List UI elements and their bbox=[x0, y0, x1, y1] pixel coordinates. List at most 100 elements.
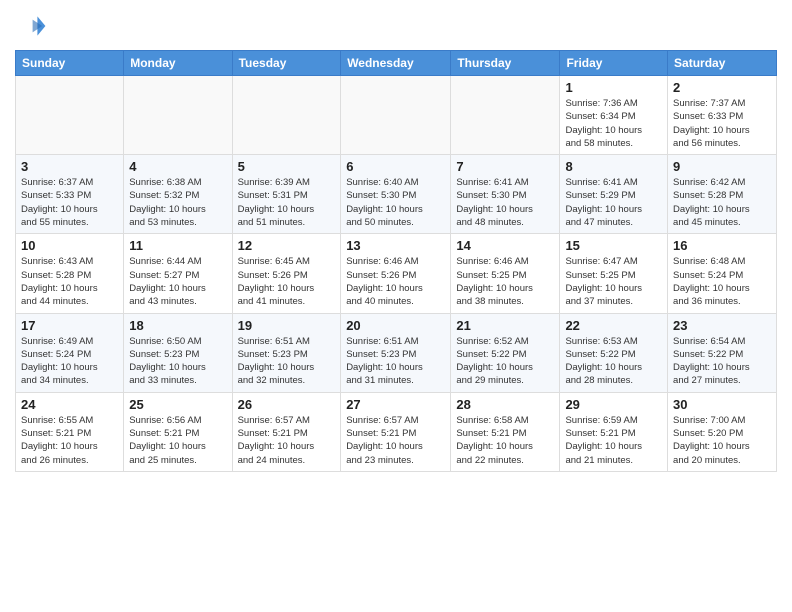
day-cell: 21 Sunrise: 6:52 AM Sunset: 5:22 PM Dayli… bbox=[451, 313, 560, 392]
day-info: Sunrise: 6:38 AM Sunset: 5:32 PM Dayligh… bbox=[129, 176, 226, 229]
day-info: Sunrise: 6:37 AM Sunset: 5:33 PM Dayligh… bbox=[21, 176, 118, 229]
day-number: 26 bbox=[238, 397, 336, 412]
day-cell: 5 Sunrise: 6:39 AM Sunset: 5:31 PM Daylig… bbox=[232, 155, 341, 234]
day-info: Sunrise: 6:56 AM Sunset: 5:21 PM Dayligh… bbox=[129, 414, 226, 467]
day-info: Sunrise: 6:49 AM Sunset: 5:24 PM Dayligh… bbox=[21, 335, 118, 388]
day-info: Sunrise: 6:41 AM Sunset: 5:29 PM Dayligh… bbox=[565, 176, 662, 229]
day-cell: 8 Sunrise: 6:41 AM Sunset: 5:29 PM Daylig… bbox=[560, 155, 668, 234]
day-info: Sunrise: 6:43 AM Sunset: 5:28 PM Dayligh… bbox=[21, 255, 118, 308]
day-info: Sunrise: 7:00 AM Sunset: 5:20 PM Dayligh… bbox=[673, 414, 771, 467]
day-number: 17 bbox=[21, 318, 118, 333]
weekday-thursday: Thursday bbox=[451, 51, 560, 76]
day-info: Sunrise: 6:48 AM Sunset: 5:24 PM Dayligh… bbox=[673, 255, 771, 308]
day-info: Sunrise: 6:54 AM Sunset: 5:22 PM Dayligh… bbox=[673, 335, 771, 388]
day-info: Sunrise: 6:46 AM Sunset: 5:25 PM Dayligh… bbox=[456, 255, 554, 308]
day-number: 30 bbox=[673, 397, 771, 412]
day-info: Sunrise: 6:51 AM Sunset: 5:23 PM Dayligh… bbox=[238, 335, 336, 388]
day-cell: 11Sunrise: 6:44 AM Sunset: 5:27 PM Dayli… bbox=[124, 234, 232, 313]
day-number: 10 bbox=[21, 238, 118, 253]
page: SundayMondayTuesdayWednesdayThursdayFrid… bbox=[0, 0, 792, 482]
week-row-1: 1 Sunrise: 7:36 AM Sunset: 6:34 PM Daylig… bbox=[16, 76, 777, 155]
weekday-friday: Friday bbox=[560, 51, 668, 76]
day-cell bbox=[341, 76, 451, 155]
weekday-tuesday: Tuesday bbox=[232, 51, 341, 76]
day-number: 6 bbox=[346, 159, 445, 174]
day-cell: 14 Sunrise: 6:46 AM Sunset: 5:25 PM Dayli… bbox=[451, 234, 560, 313]
day-info: Sunrise: 6:55 AM Sunset: 5:21 PM Dayligh… bbox=[21, 414, 118, 467]
day-info: Sunrise: 6:58 AM Sunset: 5:21 PM Dayligh… bbox=[456, 414, 554, 467]
day-cell: 2 Sunrise: 7:37 AM Sunset: 6:33 PM Daylig… bbox=[668, 76, 777, 155]
day-number: 28 bbox=[456, 397, 554, 412]
logo-icon bbox=[15, 10, 47, 42]
day-info: Sunrise: 6:57 AM Sunset: 5:21 PM Dayligh… bbox=[238, 414, 336, 467]
day-cell: 7Sunrise: 6:41 AM Sunset: 5:30 PM Daylig… bbox=[451, 155, 560, 234]
day-cell: 19 Sunrise: 6:51 AM Sunset: 5:23 PM Dayli… bbox=[232, 313, 341, 392]
day-number: 9 bbox=[673, 159, 771, 174]
day-number: 12 bbox=[238, 238, 336, 253]
day-info: Sunrise: 7:37 AM Sunset: 6:33 PM Dayligh… bbox=[673, 97, 771, 150]
weekday-saturday: Saturday bbox=[668, 51, 777, 76]
day-cell: 29 Sunrise: 6:59 AM Sunset: 5:21 PM Dayli… bbox=[560, 392, 668, 471]
day-number: 22 bbox=[565, 318, 662, 333]
day-info: Sunrise: 6:52 AM Sunset: 5:22 PM Dayligh… bbox=[456, 335, 554, 388]
day-cell: 1 Sunrise: 7:36 AM Sunset: 6:34 PM Daylig… bbox=[560, 76, 668, 155]
weekday-sunday: Sunday bbox=[16, 51, 124, 76]
day-info: Sunrise: 6:39 AM Sunset: 5:31 PM Dayligh… bbox=[238, 176, 336, 229]
day-number: 18 bbox=[129, 318, 226, 333]
day-info: Sunrise: 6:45 AM Sunset: 5:26 PM Dayligh… bbox=[238, 255, 336, 308]
day-info: Sunrise: 7:36 AM Sunset: 6:34 PM Dayligh… bbox=[565, 97, 662, 150]
day-cell: 16 Sunrise: 6:48 AM Sunset: 5:24 PM Dayli… bbox=[668, 234, 777, 313]
day-info: Sunrise: 6:47 AM Sunset: 5:25 PM Dayligh… bbox=[565, 255, 662, 308]
day-cell: 6 Sunrise: 6:40 AM Sunset: 5:30 PM Daylig… bbox=[341, 155, 451, 234]
day-number: 7 bbox=[456, 159, 554, 174]
day-number: 16 bbox=[673, 238, 771, 253]
day-cell: 12 Sunrise: 6:45 AM Sunset: 5:26 PM Dayli… bbox=[232, 234, 341, 313]
day-number: 23 bbox=[673, 318, 771, 333]
header bbox=[15, 10, 777, 42]
day-number: 21 bbox=[456, 318, 554, 333]
day-cell: 26 Sunrise: 6:57 AM Sunset: 5:21 PM Dayli… bbox=[232, 392, 341, 471]
day-cell: 15 Sunrise: 6:47 AM Sunset: 5:25 PM Dayli… bbox=[560, 234, 668, 313]
day-info: Sunrise: 6:40 AM Sunset: 5:30 PM Dayligh… bbox=[346, 176, 445, 229]
day-cell: 24 Sunrise: 6:55 AM Sunset: 5:21 PM Dayli… bbox=[16, 392, 124, 471]
day-number: 19 bbox=[238, 318, 336, 333]
day-cell: 25 Sunrise: 6:56 AM Sunset: 5:21 PM Dayli… bbox=[124, 392, 232, 471]
day-cell: 20Sunrise: 6:51 AM Sunset: 5:23 PM Dayli… bbox=[341, 313, 451, 392]
week-row-3: 10 Sunrise: 6:43 AM Sunset: 5:28 PM Dayli… bbox=[16, 234, 777, 313]
day-cell bbox=[451, 76, 560, 155]
day-info: Sunrise: 6:44 AM Sunset: 5:27 PM Dayligh… bbox=[129, 255, 226, 308]
day-cell: 28 Sunrise: 6:58 AM Sunset: 5:21 PM Dayli… bbox=[451, 392, 560, 471]
day-info: Sunrise: 6:46 AM Sunset: 5:26 PM Dayligh… bbox=[346, 255, 445, 308]
day-number: 14 bbox=[456, 238, 554, 253]
day-cell: 4 Sunrise: 6:38 AM Sunset: 5:32 PM Daylig… bbox=[124, 155, 232, 234]
day-number: 27 bbox=[346, 397, 445, 412]
day-cell: 9 Sunrise: 6:42 AM Sunset: 5:28 PM Daylig… bbox=[668, 155, 777, 234]
day-cell: 13Sunrise: 6:46 AM Sunset: 5:26 PM Dayli… bbox=[341, 234, 451, 313]
day-cell bbox=[16, 76, 124, 155]
day-info: Sunrise: 6:42 AM Sunset: 5:28 PM Dayligh… bbox=[673, 176, 771, 229]
week-row-2: 3 Sunrise: 6:37 AM Sunset: 5:33 PM Daylig… bbox=[16, 155, 777, 234]
day-number: 24 bbox=[21, 397, 118, 412]
day-number: 15 bbox=[565, 238, 662, 253]
day-cell: 17 Sunrise: 6:49 AM Sunset: 5:24 PM Dayli… bbox=[16, 313, 124, 392]
day-cell: 10 Sunrise: 6:43 AM Sunset: 5:28 PM Dayli… bbox=[16, 234, 124, 313]
day-number: 25 bbox=[129, 397, 226, 412]
day-cell: 27 Sunrise: 6:57 AM Sunset: 5:21 PM Dayli… bbox=[341, 392, 451, 471]
logo bbox=[15, 10, 51, 42]
day-info: Sunrise: 6:59 AM Sunset: 5:21 PM Dayligh… bbox=[565, 414, 662, 467]
weekday-wednesday: Wednesday bbox=[341, 51, 451, 76]
day-number: 4 bbox=[129, 159, 226, 174]
day-info: Sunrise: 6:53 AM Sunset: 5:22 PM Dayligh… bbox=[565, 335, 662, 388]
day-number: 29 bbox=[565, 397, 662, 412]
weekday-monday: Monday bbox=[124, 51, 232, 76]
week-row-5: 24 Sunrise: 6:55 AM Sunset: 5:21 PM Dayli… bbox=[16, 392, 777, 471]
day-cell bbox=[232, 76, 341, 155]
day-number: 2 bbox=[673, 80, 771, 95]
day-info: Sunrise: 6:57 AM Sunset: 5:21 PM Dayligh… bbox=[346, 414, 445, 467]
day-number: 1 bbox=[565, 80, 662, 95]
day-number: 8 bbox=[565, 159, 662, 174]
day-number: 5 bbox=[238, 159, 336, 174]
day-number: 3 bbox=[21, 159, 118, 174]
day-cell: 30 Sunrise: 7:00 AM Sunset: 5:20 PM Dayli… bbox=[668, 392, 777, 471]
day-info: Sunrise: 6:51 AM Sunset: 5:23 PM Dayligh… bbox=[346, 335, 445, 388]
